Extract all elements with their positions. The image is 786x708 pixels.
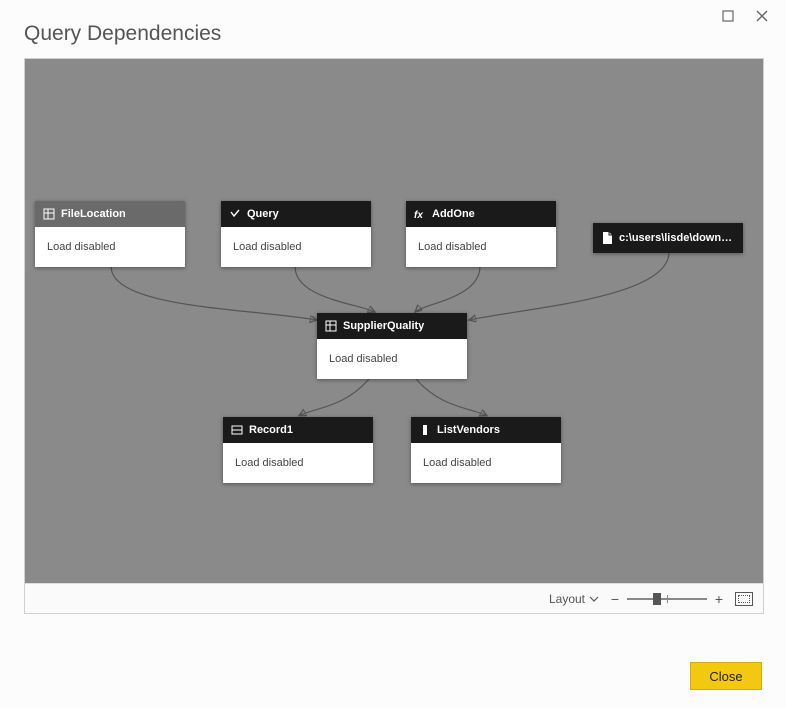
node-status: Load disabled	[223, 443, 373, 483]
node-filelocation[interactable]: FileLocation Load disabled	[35, 201, 185, 267]
titlebar-controls	[718, 6, 772, 26]
node-title: ListVendors	[437, 424, 500, 436]
query-icon	[229, 208, 241, 220]
table-icon	[43, 208, 55, 220]
dependency-canvas[interactable]: FileLocation Load disabled Query Load di…	[25, 59, 763, 583]
node-title: FileLocation	[61, 208, 126, 220]
zoom-out-button[interactable]: −	[609, 591, 621, 607]
table-icon	[325, 320, 337, 332]
close-window-button[interactable]	[752, 6, 772, 26]
close-button-label: Close	[709, 669, 742, 684]
node-status: Load disabled	[35, 227, 185, 267]
node-title: Query	[247, 208, 279, 220]
zoom-slider: − +	[609, 591, 725, 607]
node-title: AddOne	[432, 208, 475, 220]
close-icon	[756, 10, 768, 22]
canvas-frame: FileLocation Load disabled Query Load di…	[24, 58, 764, 614]
zoom-track[interactable]	[627, 598, 707, 600]
list-icon	[419, 424, 431, 436]
record-icon	[231, 424, 243, 436]
node-listvendors[interactable]: ListVendors Load disabled	[411, 417, 561, 483]
node-status: Load disabled	[221, 227, 371, 267]
node-addone[interactable]: fx AddOne Load disabled	[406, 201, 556, 267]
node-title: SupplierQuality	[343, 320, 424, 332]
file-icon	[601, 231, 613, 245]
layout-dropdown[interactable]: Layout	[549, 592, 599, 606]
node-status: Load disabled	[411, 443, 561, 483]
node-filesource[interactable]: c:\users\lisde\downloads...	[593, 223, 743, 253]
query-dependencies-dialog: Query Dependencies	[0, 0, 786, 708]
svg-text:fx: fx	[414, 210, 423, 220]
node-supplierquality[interactable]: SupplierQuality Load disabled	[317, 313, 467, 379]
node-record1[interactable]: Record1 Load disabled	[223, 417, 373, 483]
maximize-button[interactable]	[718, 6, 738, 26]
node-status: Load disabled	[406, 227, 556, 267]
node-title: Record1	[249, 424, 293, 436]
node-title: c:\users\lisde\downloads...	[619, 232, 735, 244]
zoom-in-button[interactable]: +	[713, 591, 725, 607]
chevron-down-icon	[589, 594, 599, 604]
dialog-title: Query Dependencies	[24, 22, 221, 46]
node-status: Load disabled	[317, 339, 467, 379]
maximize-icon	[722, 10, 734, 22]
zoom-tick	[667, 595, 668, 603]
close-button[interactable]: Close	[690, 662, 762, 690]
zoom-thumb[interactable]	[653, 593, 661, 605]
node-query[interactable]: Query Load disabled	[221, 201, 371, 267]
fit-to-screen-button[interactable]	[735, 592, 753, 606]
layout-label-text: Layout	[549, 592, 585, 606]
function-icon: fx	[414, 208, 426, 220]
zoom-bar: Layout − +	[25, 583, 763, 613]
